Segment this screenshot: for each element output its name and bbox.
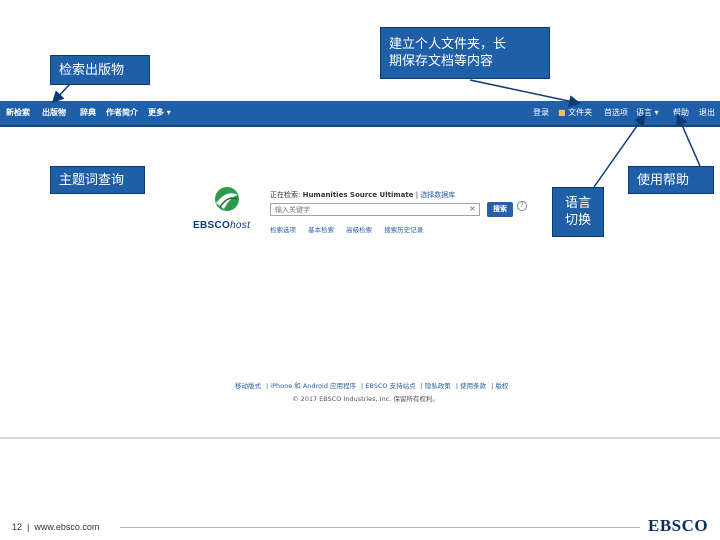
- callout-help: 使用帮助: [628, 166, 714, 194]
- callout-language: 语言 切换: [552, 187, 604, 237]
- slide-footer-rule: [120, 527, 640, 528]
- callout-language-line2: 切换: [564, 213, 591, 228]
- arrow-to-help: [676, 113, 701, 167]
- callout-folder-line1: 建立个人文件夹，长: [389, 37, 507, 52]
- callout-subject: 主题词查询: [50, 166, 145, 194]
- arrow-to-publications: [51, 83, 71, 104]
- callout-folder-line2: 期保存文档等内容: [389, 54, 494, 69]
- callout-language-line1: 语言: [564, 196, 591, 211]
- slide-footer: 12 | www.ebsco.com: [12, 522, 100, 532]
- callout-folder: 建立个人文件夹，长 期保存文档等内容: [380, 27, 550, 79]
- slide-page-number: 12: [12, 522, 23, 532]
- arrow-to-folder: [469, 79, 581, 107]
- ebsco-brand-logo: EBSCO: [648, 516, 709, 535]
- callout-publications: 检索出版物: [50, 55, 150, 85]
- slide-url: www.ebsco.com: [34, 522, 100, 532]
